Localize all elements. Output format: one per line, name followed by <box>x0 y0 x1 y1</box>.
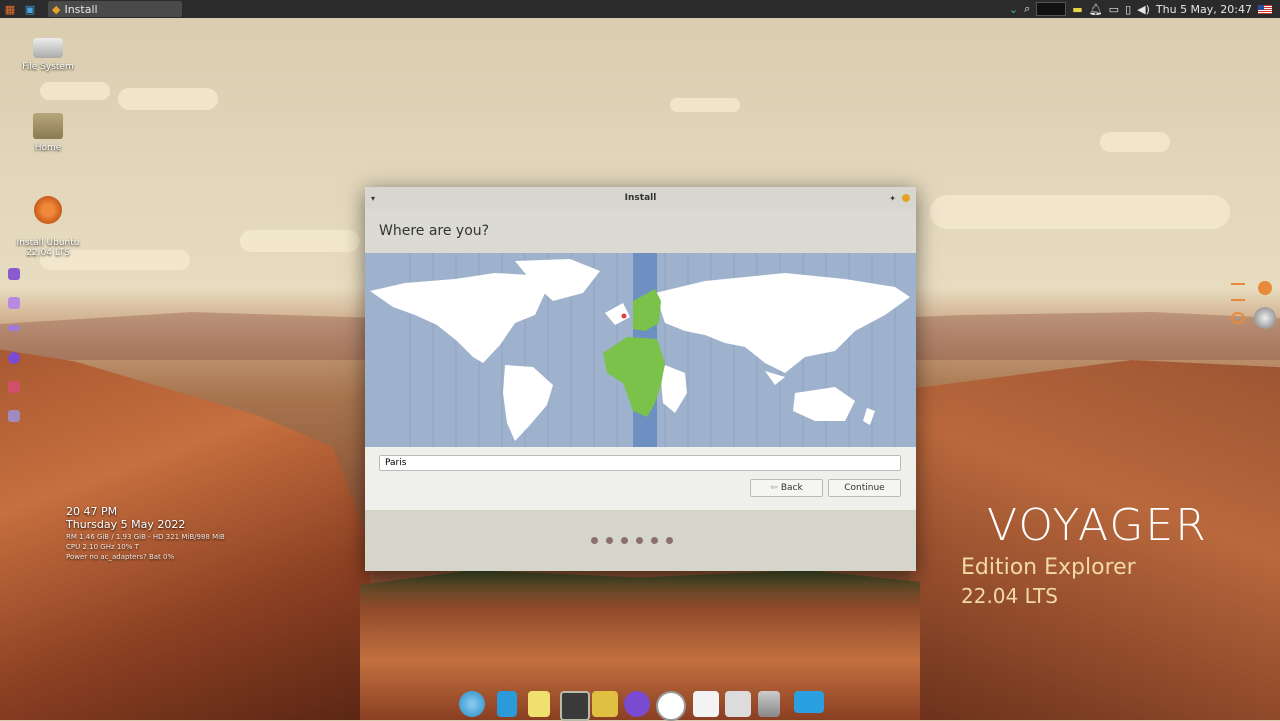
back-button-label: Back <box>780 483 803 493</box>
location-pin-icon <box>620 312 628 320</box>
desktop-icon-label: Home <box>34 143 62 153</box>
workspace-icon[interactable] <box>794 691 824 713</box>
gear-icon[interactable] <box>1258 281 1272 295</box>
notification-bell-icon[interactable]: 🔔︎ <box>1089 3 1103 16</box>
window-title: Install <box>624 193 657 203</box>
window-titlebar[interactable]: ▾ Install ✦ <box>365 187 916 209</box>
show-desktop-icon[interactable]: ▣ <box>23 2 37 16</box>
clock-icon[interactable] <box>8 352 20 364</box>
selected-timezone-region <box>603 289 665 417</box>
b-app-icon[interactable] <box>656 691 686 721</box>
new-zealand <box>863 408 875 425</box>
phone-icon[interactable] <box>497 691 517 717</box>
conky-cpu: CPU 2.10 GHz 10% T <box>66 543 139 551</box>
ubuntu-installer-icon <box>34 196 62 224</box>
home-folder-icon <box>33 113 63 139</box>
keyboard-layout-flag-icon[interactable] <box>1258 4 1272 14</box>
clock[interactable]: Thu 5 May, 20:47 <box>1156 3 1252 16</box>
conky-power: Power no ac_adapters? Bat 0% <box>66 553 175 561</box>
conky-time: 20 47 PM <box>66 505 118 518</box>
infinity-icon[interactable] <box>624 691 650 717</box>
background-cloud <box>240 230 360 252</box>
eye-icon[interactable] <box>1231 312 1245 324</box>
system-monitor-widget: 20 47 PM Thursday 5 May 2022 RM 1.46 GiB… <box>66 505 225 561</box>
installer-icon: ◆ <box>52 2 61 16</box>
menu-icon[interactable]: ▦ <box>3 2 17 16</box>
install-window: ▾ Install ✦ Where are you? Paris ⇦ Back … <box>365 187 916 571</box>
progress-dot <box>651 537 658 544</box>
continue-button[interactable]: Continue <box>828 479 901 497</box>
desktop-icon-file-system[interactable]: File System <box>13 38 83 72</box>
desktop-icon-label: Install Ubuntu 22.04 LTS <box>16 238 80 258</box>
volume-icon[interactable]: ◀) <box>1137 3 1150 16</box>
background-cloud <box>670 98 740 112</box>
brand-edition: Edition Explorer <box>961 555 1136 580</box>
chart-icon[interactable] <box>8 410 20 422</box>
background-cloud <box>118 88 218 110</box>
continue-button-label: Continue <box>844 483 885 493</box>
australia <box>793 387 855 421</box>
menu-lines-icon[interactable] <box>1231 283 1245 301</box>
progress-dot <box>591 537 598 544</box>
plane-icon[interactable] <box>8 268 20 280</box>
back-button[interactable]: ⇦ Back <box>750 479 823 497</box>
camera-icon[interactable] <box>592 691 618 717</box>
page-title: Where are you? <box>365 209 916 253</box>
workspace-switcher[interactable] <box>1036 2 1067 16</box>
timezone-map[interactable] <box>365 253 916 447</box>
back-arrow-icon: ⇦ <box>770 483 778 493</box>
search-icon[interactable]: ⌕ <box>1024 2 1030 16</box>
notes-icon[interactable]: ▬ <box>1072 3 1082 16</box>
north-america <box>370 273 545 363</box>
monitor-icon[interactable] <box>8 297 20 309</box>
taskbar-item-install[interactable]: ◆ Install <box>48 1 182 17</box>
world-map-svg <box>370 253 910 447</box>
brand-title: VOYAGER <box>987 500 1208 551</box>
progress-dot <box>606 537 613 544</box>
trash-icon[interactable] <box>758 691 780 717</box>
background-cloud <box>930 195 1230 229</box>
south-america <box>503 365 553 441</box>
window-menu-icon[interactable]: ▾ <box>371 194 375 203</box>
browser-icon[interactable] <box>459 691 485 717</box>
desktop-icon-install-ubuntu[interactable]: Install Ubuntu 22.04 LTS <box>13 186 83 258</box>
indonesia <box>765 371 785 385</box>
pin-icon[interactable]: ✦ <box>889 194 896 203</box>
desktop-icon-label: File System <box>22 62 74 72</box>
notes-app-icon[interactable] <box>528 691 550 717</box>
progress-dot <box>621 537 628 544</box>
desktop-icon-home[interactable]: Home <box>13 113 83 153</box>
location-input-value: Paris <box>385 458 407 468</box>
background-cloud <box>40 82 110 100</box>
taskbar-item-label: Install <box>64 2 98 16</box>
top-panel: ▦ ▣ ◆ Install ⌄ ⌕ ▬ 🔔︎ ▭ ▯ ◀) Thu 5 May,… <box>0 0 1280 18</box>
display-icon[interactable]: ▭ <box>1109 3 1119 16</box>
progress-dot <box>666 537 673 544</box>
disc-icon[interactable] <box>1254 307 1276 329</box>
lock-icon[interactable] <box>8 381 20 393</box>
arrow-icon[interactable] <box>8 325 20 331</box>
conky-date: Thursday 5 May 2022 <box>66 518 186 531</box>
settings-app-icon[interactable] <box>725 691 751 717</box>
conky-memory: RM 1.46 GiB / 1.93 GiB - HD 321 MiB/988 … <box>66 533 225 541</box>
software-store-icon[interactable] <box>693 691 719 717</box>
background-cloud <box>1100 132 1170 152</box>
battery-icon[interactable]: ▯ <box>1125 3 1131 16</box>
chevron-down-icon[interactable]: ⌄ <box>1009 3 1018 16</box>
tv-icon[interactable] <box>560 691 590 721</box>
progress-dot <box>636 537 643 544</box>
drive-icon <box>33 38 63 58</box>
brand-version: 22.04 LTS <box>961 584 1058 608</box>
location-input[interactable]: Paris <box>379 455 901 471</box>
close-icon[interactable] <box>902 193 910 202</box>
